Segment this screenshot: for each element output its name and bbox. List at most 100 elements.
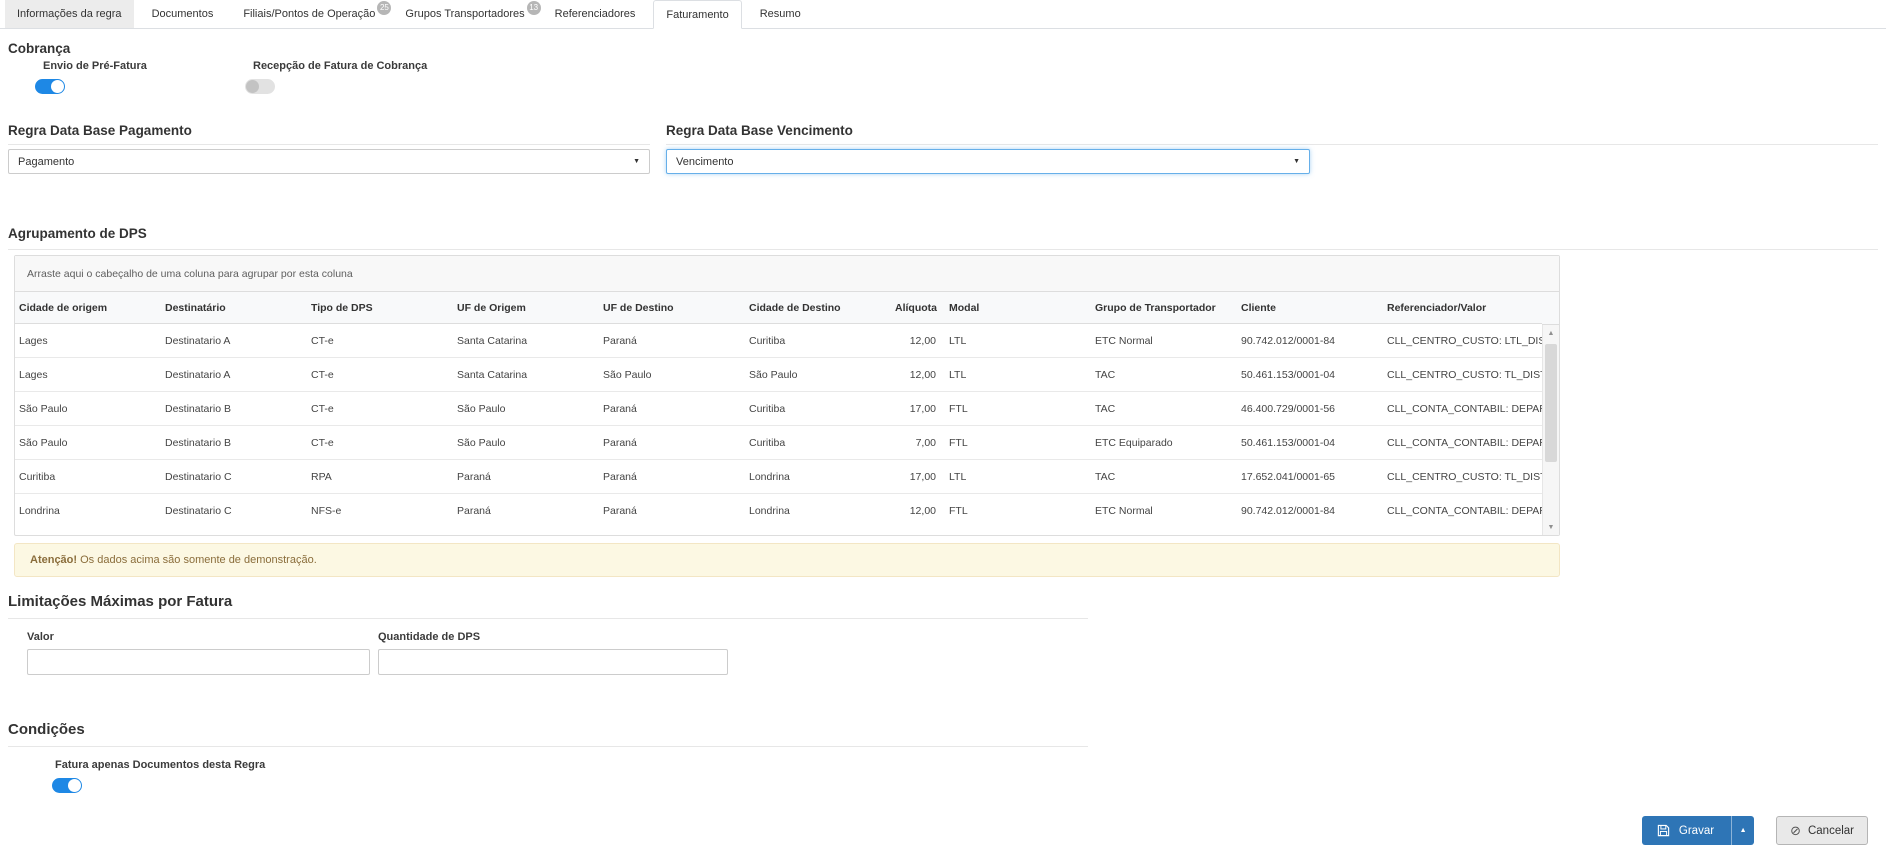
column-header-uf-de-destino[interactable]: UF de Destino bbox=[599, 292, 745, 324]
cancel-button[interactable]: ⊘ Cancelar bbox=[1776, 816, 1868, 845]
cancel-icon: ⊘ bbox=[1790, 824, 1801, 837]
cell-cliente: 90.742.012/0001-84 bbox=[1237, 324, 1383, 358]
tab-grupos-transportadores[interactable]: Grupos Transportadores13 bbox=[393, 0, 536, 28]
cell-cidade-de-destino: Curitiba bbox=[745, 426, 891, 460]
section-title-cobranca: Cobrança bbox=[8, 41, 1878, 56]
warning-text: Os dados acima são somente de demonstraç… bbox=[77, 554, 317, 566]
cell-aliquota: 12,00 bbox=[891, 494, 945, 528]
tab-filiais-pontos-de-operacao[interactable]: Filiais/Pontos de Operação25 bbox=[231, 0, 387, 28]
tab-count-badge: 25 bbox=[377, 1, 391, 15]
tab-documentos[interactable]: Documentos bbox=[140, 0, 226, 28]
toggle-label: Recepção de Fatura de Cobrança bbox=[253, 60, 427, 72]
regra-vencimento-select[interactable]: Vencimento ▼ bbox=[666, 149, 1310, 174]
cell-referenciador-valor: CLL_CONTA_CONTABIL: DEPART_A bbox=[1383, 392, 1542, 426]
grid-scrollbar[interactable]: ▲ ▼ bbox=[1542, 325, 1559, 535]
cell-referenciador-valor: CLL_CENTRO_CUSTO: LTL_DIST bbox=[1383, 324, 1542, 358]
select-value: Vencimento bbox=[676, 156, 733, 168]
group-drop-zone[interactable]: Arraste aqui o cabeçalho de uma coluna p… bbox=[15, 256, 1559, 292]
cell-cidade-de-origem: Lages bbox=[15, 324, 161, 358]
cell-cidade-de-origem: Curitiba bbox=[15, 460, 161, 494]
cell-grupo-de-transportador: TAC bbox=[1091, 358, 1237, 392]
column-header-cliente[interactable]: Cliente bbox=[1237, 292, 1383, 324]
scrollbar-thumb[interactable] bbox=[1545, 344, 1557, 462]
section-title-condicoes: Condições bbox=[8, 721, 1088, 747]
tab-label: Resumo bbox=[760, 8, 801, 20]
cell-uf-de-origem: São Paulo bbox=[453, 392, 599, 426]
cell-cliente: 50.461.153/0001-04 bbox=[1237, 426, 1383, 460]
cell-uf-de-origem: Santa Catarina bbox=[453, 324, 599, 358]
limitacoes-fields: Valor Quantidade de DPS bbox=[27, 631, 1878, 675]
column-header-tipo-de-dps[interactable]: Tipo de DPS bbox=[307, 292, 453, 324]
table-row[interactable]: LagesDestinatario ACT-eSanta CatarinaSão… bbox=[15, 358, 1542, 392]
table-row[interactable]: São PauloDestinatario BCT-eSão PauloPara… bbox=[15, 392, 1542, 426]
table-header-row: Cidade de origemDestinatárioTipo de DPSU… bbox=[15, 292, 1542, 324]
cell-cliente: 17.652.041/0001-65 bbox=[1237, 460, 1383, 494]
table-row[interactable]: CuritibaDestinatario CRPAParanáParanáLon… bbox=[15, 460, 1542, 494]
column-header-referenciador-valor[interactable]: Referenciador/Valor bbox=[1383, 292, 1542, 324]
cancel-button-label: Cancelar bbox=[1808, 825, 1854, 837]
data-base-section: Regra Data Base Pagamento Pagamento ▼ Re… bbox=[8, 123, 1878, 174]
column-header-uf-de-origem[interactable]: UF de Origem bbox=[453, 292, 599, 324]
cell-cidade-de-origem: Londrina bbox=[15, 494, 161, 528]
column-header-modal[interactable]: Modal bbox=[945, 292, 1091, 324]
cell-uf-de-destino: Paraná bbox=[599, 392, 745, 426]
column-header-cidade-de-destino[interactable]: Cidade de Destino bbox=[745, 292, 891, 324]
cell-grupo-de-transportador: TAC bbox=[1091, 460, 1237, 494]
section-title-regra-vencimento: Regra Data Base Vencimento bbox=[666, 123, 1878, 145]
save-button-label: Gravar bbox=[1679, 825, 1714, 837]
cell-uf-de-destino: Paraná bbox=[599, 324, 745, 358]
tab-informacoes-da-regra[interactable]: Informações da regra bbox=[5, 0, 134, 28]
toggle-group-envio-de-pre-fatura: Envio de Pré-Fatura bbox=[35, 60, 245, 94]
quantidade-de-dps-input[interactable] bbox=[378, 649, 728, 675]
column-header-destinatario[interactable]: Destinatário bbox=[161, 292, 307, 324]
cell-grupo-de-transportador: ETC Equiparado bbox=[1091, 426, 1237, 460]
tab-label: Grupos Transportadores bbox=[405, 8, 524, 20]
warning-bold-text: Atenção! bbox=[30, 554, 77, 566]
scroll-down-icon[interactable]: ▼ bbox=[1543, 519, 1559, 535]
section-title-regra-pagamento: Regra Data Base Pagamento bbox=[8, 123, 650, 145]
cell-referenciador-valor: CLL_CONTA_CONTABIL: DEPART_A bbox=[1383, 494, 1542, 528]
switch-knob bbox=[51, 80, 64, 93]
tab-referenciadores[interactable]: Referenciadores bbox=[543, 0, 648, 28]
cell-modal: LTL bbox=[945, 460, 1091, 494]
cell-modal: FTL bbox=[945, 494, 1091, 528]
condicoes-toggle-group: Fatura apenas Documentos desta Regra bbox=[52, 759, 1878, 793]
column-header-cidade-de-origem[interactable]: Cidade de origem bbox=[15, 292, 161, 324]
valor-input[interactable] bbox=[27, 649, 370, 675]
dropdown-arrow-icon: ▼ bbox=[633, 158, 640, 165]
table-row[interactable]: LagesDestinatario ACT-eSanta CatarinaPar… bbox=[15, 324, 1542, 358]
table-row[interactable]: LondrinaDestinatario CNFS-eParanáParanáL… bbox=[15, 494, 1542, 528]
cell-destinatario: Destinatario A bbox=[161, 324, 307, 358]
column-header-grupo-de-transportador[interactable]: Grupo de Transportador bbox=[1091, 292, 1237, 324]
field-quantidade-de-dps: Quantidade de DPS bbox=[378, 631, 728, 675]
cell-uf-de-origem: São Paulo bbox=[453, 426, 599, 460]
cell-cliente: 46.400.729/0001-56 bbox=[1237, 392, 1383, 426]
tab-label: Informações da regra bbox=[17, 8, 122, 20]
tab-label: Documentos bbox=[152, 8, 214, 20]
column-header-aliquota[interactable]: Alíquota bbox=[891, 292, 945, 324]
tab-resumo[interactable]: Resumo bbox=[748, 0, 813, 28]
tab-label: Faturamento bbox=[666, 9, 728, 21]
cell-cliente: 50.461.153/0001-04 bbox=[1237, 358, 1383, 392]
save-button[interactable]: Gravar bbox=[1642, 816, 1731, 845]
tab-label: Referenciadores bbox=[555, 8, 636, 20]
toggle-envio-de-pre-fatura[interactable] bbox=[35, 79, 65, 94]
toggle-recepcao-de-fatura-de-cobranca[interactable] bbox=[245, 79, 275, 94]
regra-pagamento-select[interactable]: Pagamento ▼ bbox=[8, 149, 650, 174]
cell-tipo-de-dps: CT-e bbox=[307, 324, 453, 358]
cell-tipo-de-dps: CT-e bbox=[307, 358, 453, 392]
toggle-group-recepcao-de-fatura-de-cobranca: Recepção de Fatura de Cobrança bbox=[245, 60, 427, 94]
cell-uf-de-destino: Paraná bbox=[599, 494, 745, 528]
table-row[interactable]: São PauloDestinatario BCT-eSão PauloPara… bbox=[15, 426, 1542, 460]
tab-count-badge: 13 bbox=[527, 1, 541, 15]
save-options-button[interactable]: ▲ bbox=[1731, 816, 1754, 845]
tab-label: Filiais/Pontos de Operação bbox=[243, 8, 375, 20]
scroll-up-icon[interactable]: ▲ bbox=[1543, 325, 1559, 341]
field-label: Quantidade de DPS bbox=[378, 631, 728, 643]
toggle-fatura-apenas-documentos-desta-regra[interactable] bbox=[52, 778, 82, 793]
cell-cidade-de-destino: Curitiba bbox=[745, 392, 891, 426]
field-valor: Valor bbox=[27, 631, 370, 675]
demo-warning: Atenção! Os dados acima são somente de d… bbox=[14, 543, 1560, 577]
cell-aliquota: 12,00 bbox=[891, 358, 945, 392]
tab-faturamento[interactable]: Faturamento bbox=[653, 0, 741, 29]
